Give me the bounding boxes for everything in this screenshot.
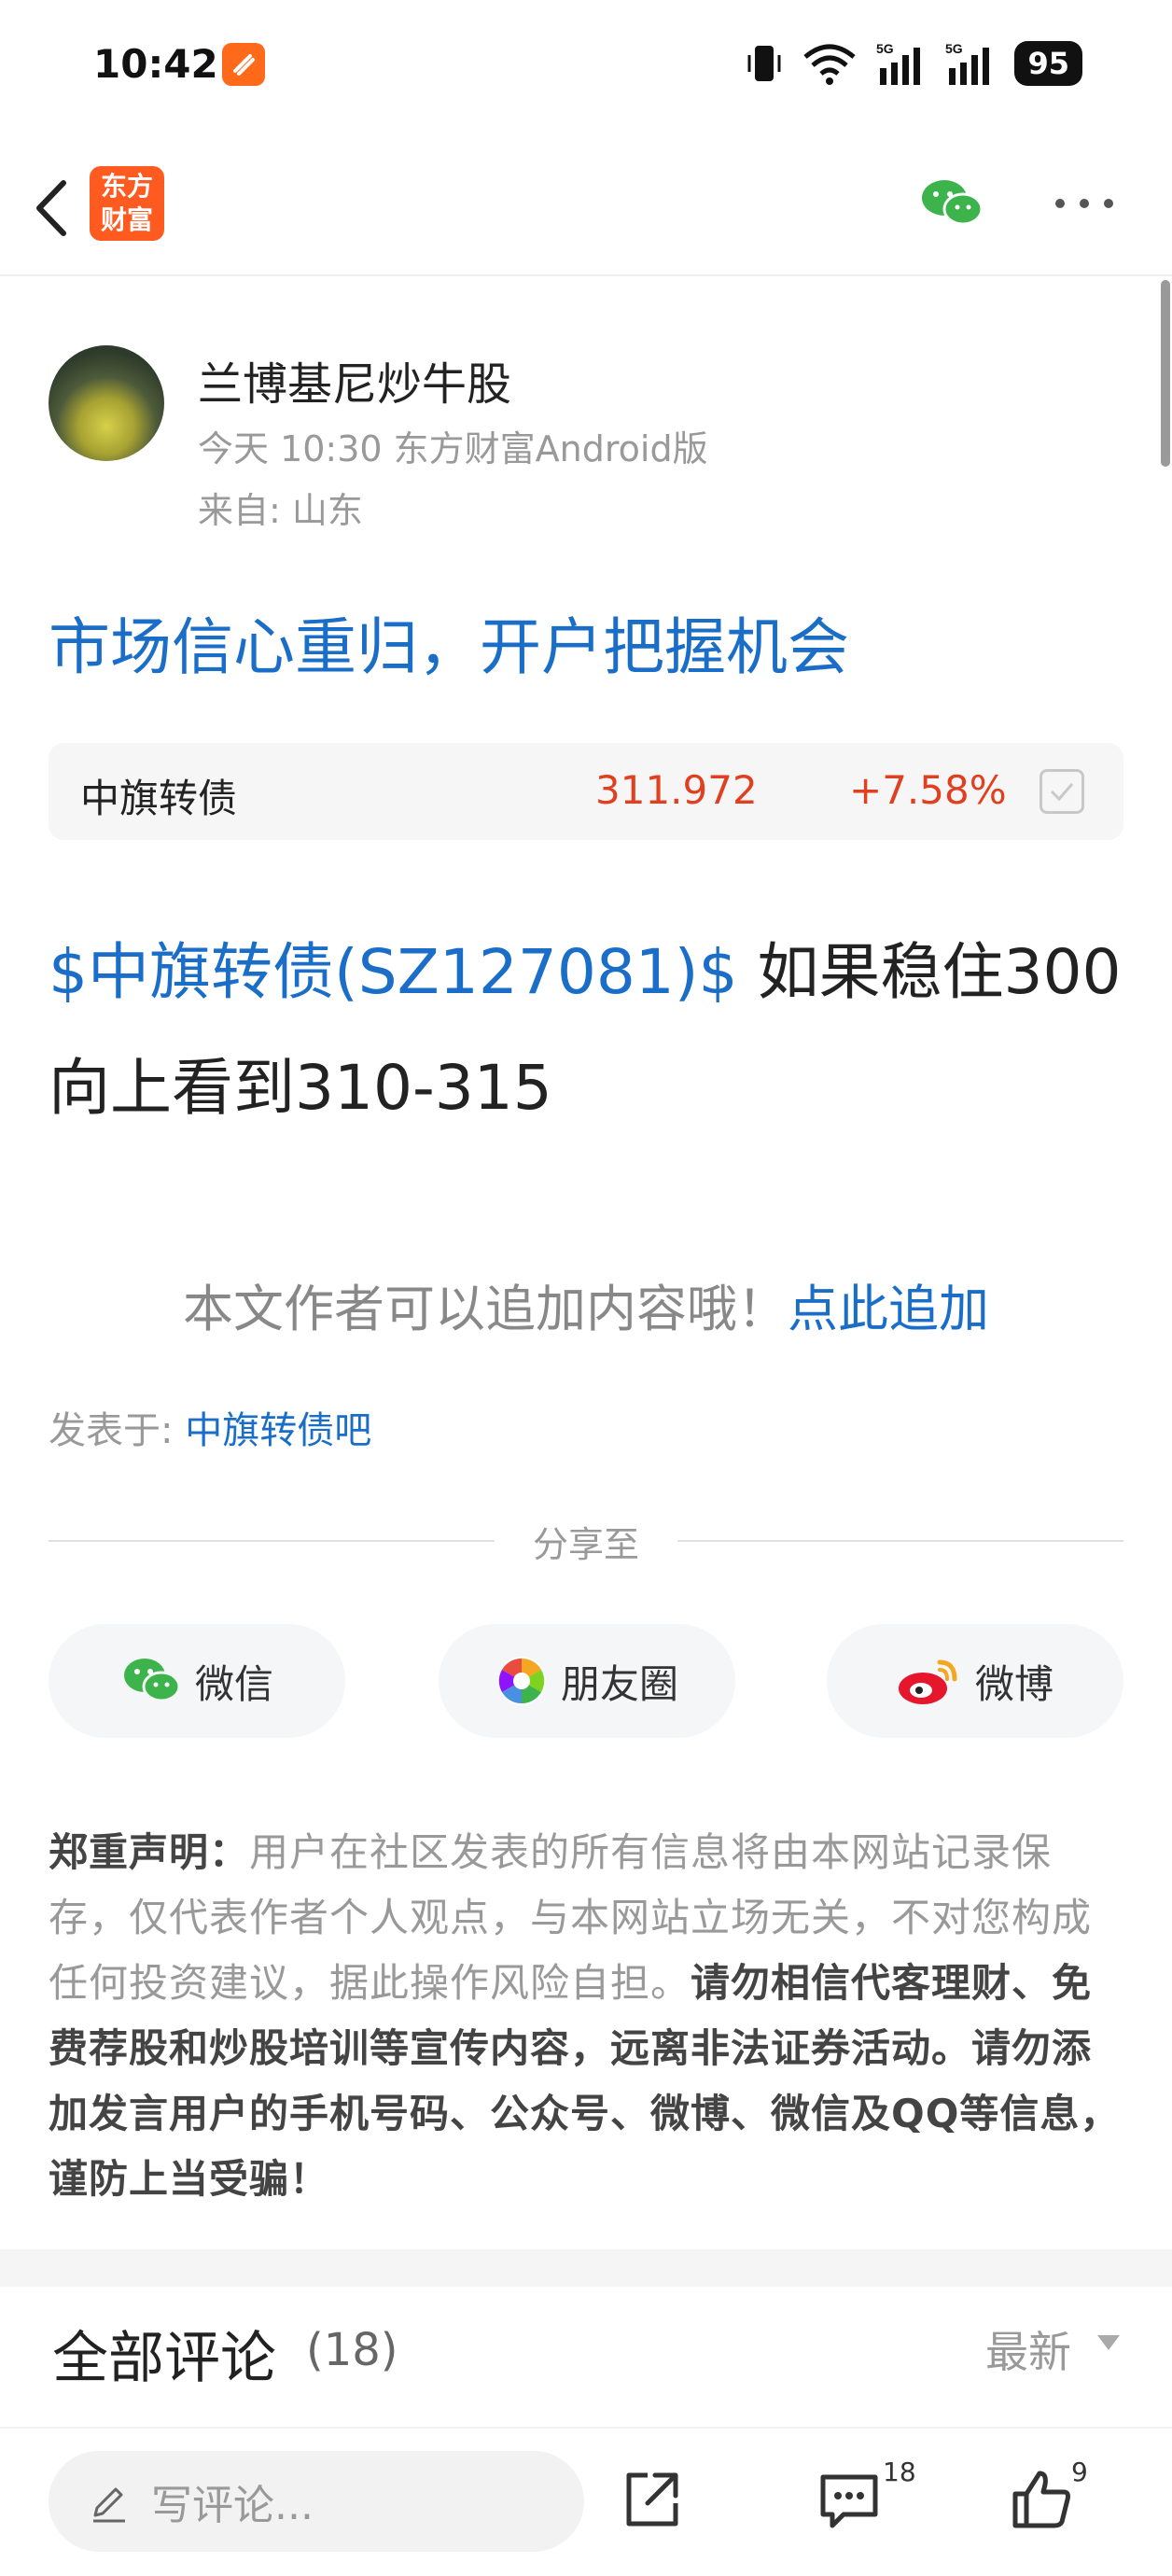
stock-change: +7.58% xyxy=(849,767,1007,813)
svg-text:5G: 5G xyxy=(945,41,963,56)
append-prompt-text: 本文作者可以追加内容哦！ xyxy=(183,1280,788,1338)
stock-link[interactable]: $中旗转债(SZ127081)$ xyxy=(49,936,738,1008)
pencil-icon xyxy=(93,2487,125,2523)
share-wechat-button[interactable]: 微信 xyxy=(49,1624,345,1738)
wechat-icon xyxy=(123,1659,181,1702)
battery-indicator: 95 xyxy=(1014,41,1082,86)
sort-dropdown[interactable]: 最新 xyxy=(985,2318,1071,2380)
posted-in: 发表于: 中旗转债吧 xyxy=(49,1400,371,1454)
share-label: 分享至 xyxy=(532,1524,639,1565)
stock-price: 311.972 xyxy=(595,767,758,813)
status-icons: 5G 5G 95 xyxy=(746,37,1082,90)
disclaimer-heading: 郑重声明： xyxy=(49,1829,250,1875)
comments-title: 全部评论 xyxy=(52,2326,276,2391)
post-title: 市场信心重归，开户把握机会 xyxy=(49,611,849,683)
disclaimer: 郑重声明：用户在社区发表的所有信息将由本网站记录保存，仅代表作者个人观点，与本网… xyxy=(49,1820,1123,2212)
wifi-icon xyxy=(803,44,857,85)
share-icon[interactable] xyxy=(618,2466,685,2533)
wechat-share-icon[interactable] xyxy=(918,175,985,231)
app-notification-icon xyxy=(222,43,265,86)
share-wechat-label: 微信 xyxy=(194,1660,273,1707)
vibrate-icon xyxy=(747,46,781,81)
author-name[interactable]: 兰博基尼炒牛股 xyxy=(198,347,511,413)
post-location: 来自: 山东 xyxy=(198,490,363,531)
forum-link[interactable]: 中旗转债吧 xyxy=(185,1409,371,1452)
share-moments-button[interactable]: 朋友圈 xyxy=(439,1624,735,1738)
post-body: $中旗转债(SZ127081)$ 如果稳住300 向上看到310-315 xyxy=(49,915,1122,1146)
logo-text-bottom: 财富 xyxy=(100,204,153,235)
app-logo[interactable]: 东方 财富 xyxy=(90,166,164,241)
weibo-icon xyxy=(898,1659,957,1704)
divider xyxy=(677,1540,1123,1542)
post-meta: 今天 10:30 东方财富Android版 xyxy=(198,428,708,469)
chevron-down-icon[interactable] xyxy=(1097,2335,1120,2350)
comment-placeholder: 写评论... xyxy=(151,2482,314,2529)
stock-quote-card[interactable]: 中旗转债 311.972 +7.58% xyxy=(49,743,1123,840)
bottom-bar: 写评论... 18 9 xyxy=(0,2427,1172,2576)
like-count-badge: 9 xyxy=(1071,2457,1088,2487)
moments-icon xyxy=(496,1657,546,1705)
more-icon[interactable] xyxy=(1051,194,1118,213)
comment-input[interactable]: 写评论... xyxy=(49,2451,584,2552)
top-nav: 东方 财富 xyxy=(0,140,1172,276)
divider xyxy=(49,1540,495,1542)
svg-text:5G: 5G xyxy=(876,41,894,56)
signal-icon: 5G xyxy=(945,41,990,85)
append-content-prompt: 本文作者可以追加内容哦！点此追加 xyxy=(0,1267,1172,1341)
comments-count: (18) xyxy=(306,2324,398,2376)
share-weibo-label: 微博 xyxy=(974,1660,1053,1707)
append-link[interactable]: 点此追加 xyxy=(788,1280,989,1338)
comment-icon[interactable] xyxy=(816,2466,883,2533)
scrollbar[interactable] xyxy=(1161,280,1170,467)
watchlist-checkbox[interactable] xyxy=(1039,769,1084,814)
logo-text-top: 东方 xyxy=(100,171,153,202)
share-weibo-button[interactable]: 微博 xyxy=(827,1624,1123,1738)
stock-name: 中旗转债 xyxy=(80,776,238,821)
share-moments-label: 朋友圈 xyxy=(560,1660,678,1707)
status-time: 10:42 xyxy=(93,41,218,87)
posted-in-label: 发表于: xyxy=(49,1409,186,1452)
section-divider xyxy=(0,2249,1172,2287)
signal-icon: 5G xyxy=(876,41,921,85)
avatar[interactable] xyxy=(49,345,164,461)
comment-count-badge: 18 xyxy=(883,2457,916,2487)
like-icon[interactable] xyxy=(1008,2466,1075,2533)
back-icon[interactable] xyxy=(26,175,82,241)
